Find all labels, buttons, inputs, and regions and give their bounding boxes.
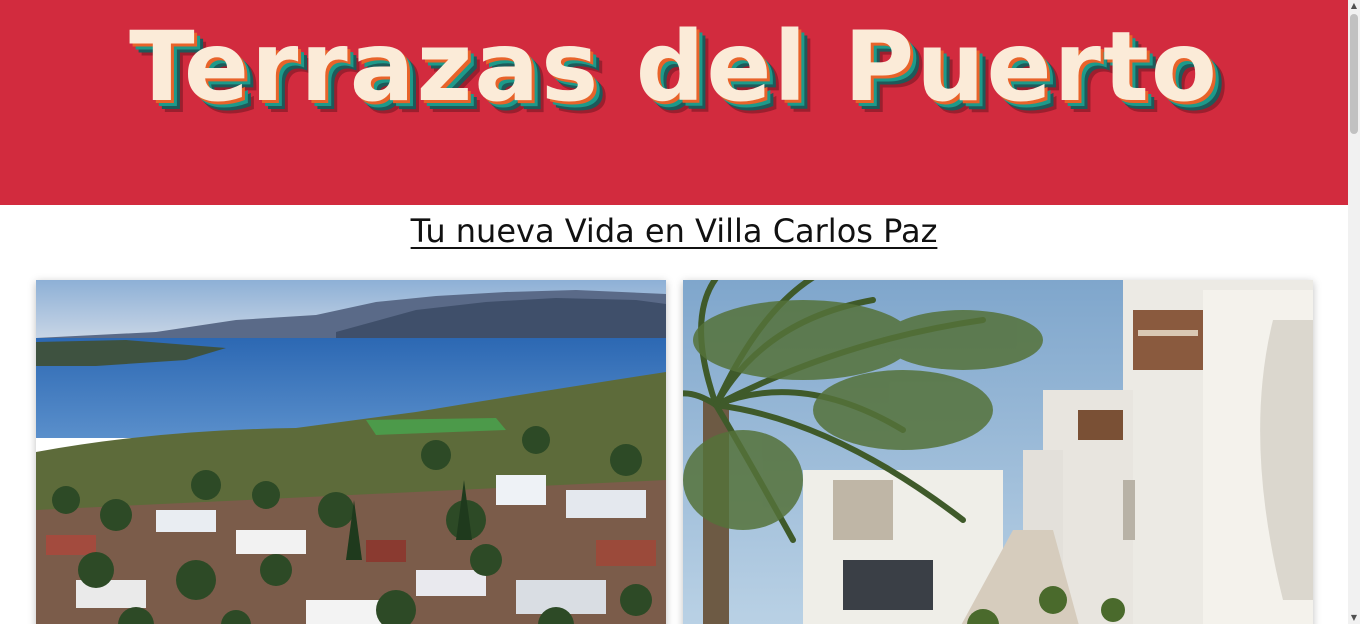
page: Terrazas del Puerto Tu nueva Vida en Vil… <box>0 0 1348 624</box>
vertical-scrollbar[interactable]: ▲ ▼ <box>1348 0 1360 624</box>
scrollbar-thumb[interactable] <box>1350 14 1358 134</box>
lake-town-photo <box>36 280 666 624</box>
scroll-down-arrow-icon[interactable]: ▼ <box>1348 612 1360 624</box>
lake-town-image <box>36 280 666 624</box>
scroll-up-arrow-icon[interactable]: ▲ <box>1348 0 1360 12</box>
site-header: Terrazas del Puerto <box>0 0 1348 205</box>
townhouses-image <box>683 280 1313 624</box>
page-subtitle: Tu nueva Vida en Villa Carlos Paz <box>410 212 938 250</box>
brand-title: Terrazas del Puerto <box>129 11 1219 123</box>
townhouses-photo <box>683 280 1313 624</box>
